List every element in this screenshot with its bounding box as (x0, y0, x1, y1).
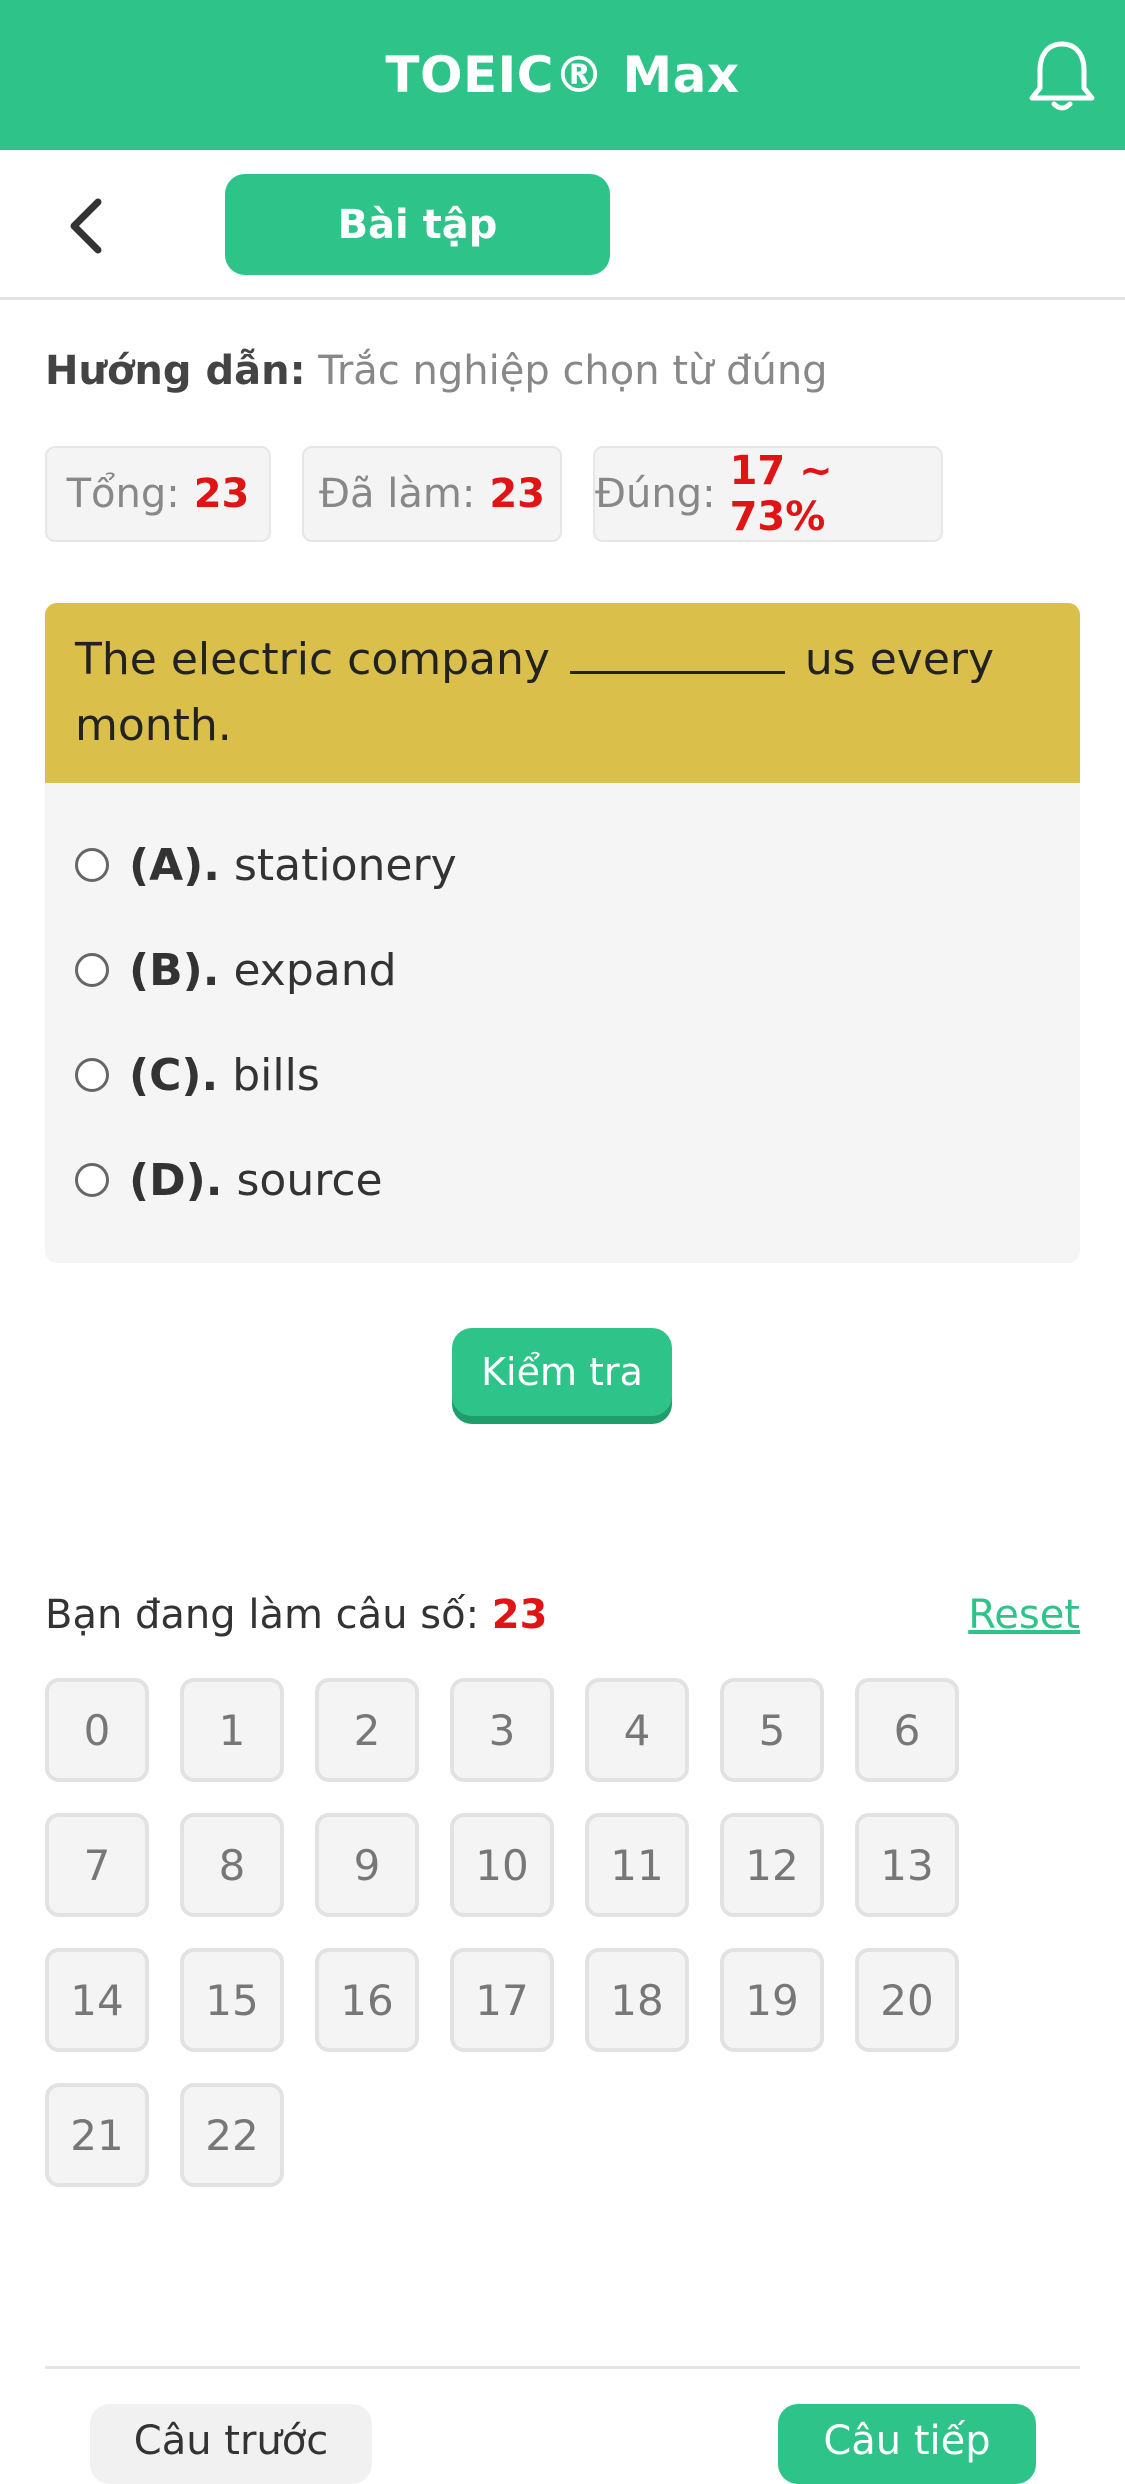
option-a-text: stationery (234, 839, 457, 891)
option-c[interactable]: (C). bills (75, 1040, 320, 1110)
stat-total-value: 23 (193, 471, 250, 517)
radio-c[interactable] (75, 1058, 109, 1092)
instruction-value: Trắc nghiệp chọn từ đúng (318, 348, 828, 394)
question-text: The electric company us every month. (45, 603, 1080, 783)
answer-blank (569, 631, 785, 674)
question-text-after: us every (804, 634, 995, 685)
question-number-button[interactable]: 10 (450, 1813, 554, 1917)
app-header: TOEIC® Max (0, 0, 1125, 150)
radio-a[interactable] (75, 848, 109, 882)
question-number-button[interactable]: 20 (855, 1948, 959, 2052)
app-title: TOEIC® Max (385, 46, 740, 104)
stat-done-label: Đã làm: (319, 471, 476, 517)
question-number-button[interactable]: 1 (180, 1678, 284, 1782)
question-card: The electric company us every month. (A)… (45, 603, 1080, 1263)
question-number-button[interactable]: 16 (315, 1948, 419, 2052)
current-question-label: Bạn đang làm câu số: (45, 1592, 480, 1638)
question-number-button[interactable]: 21 (45, 2083, 149, 2187)
check-button[interactable]: Kiểm tra (452, 1328, 672, 1416)
previous-question-button[interactable]: Câu trước (90, 2404, 372, 2484)
option-b-letter: (B). (129, 944, 220, 996)
question-number-button[interactable]: 15 (180, 1948, 284, 2052)
radio-d[interactable] (75, 1163, 109, 1197)
option-b[interactable]: (B). expand (75, 935, 397, 1005)
option-a[interactable]: (A). stationery (75, 830, 457, 900)
question-number-button[interactable]: 0 (45, 1678, 149, 1782)
option-c-letter: (C). (129, 1049, 219, 1101)
question-number-button[interactable]: 17 (450, 1948, 554, 2052)
stat-total: Tổng: 23 (45, 446, 271, 542)
question-number-button[interactable]: 18 (585, 1948, 689, 2052)
question-number-button[interactable]: 3 (450, 1678, 554, 1782)
sub-header: Bài tập (0, 150, 1125, 300)
option-c-text: bills (232, 1049, 320, 1101)
question-number-button[interactable]: 12 (720, 1813, 824, 1917)
stat-done-value: 23 (489, 471, 545, 517)
question-number-button[interactable]: 9 (315, 1813, 419, 1917)
question-number-button[interactable]: 11 (585, 1813, 689, 1917)
question-number-button[interactable]: 8 (180, 1813, 284, 1917)
option-d-text: source (236, 1154, 383, 1206)
chevron-left-icon[interactable] (62, 196, 112, 256)
stat-done: Đã làm: 23 (302, 446, 562, 542)
current-question-indicator: Bạn đang làm câu số: 23 (45, 1592, 547, 1638)
question-number-button[interactable]: 19 (720, 1948, 824, 2052)
bell-icon[interactable] (1027, 38, 1097, 114)
question-grid: 0 1 2 3 4 5 6 7 8 9 10 11 12 13 14 15 16 17 18 19 20 21 22 (45, 1678, 1045, 2198)
question-number-button[interactable]: 22 (180, 2083, 284, 2187)
question-text-line2: month. (75, 700, 232, 751)
question-number-button[interactable]: 7 (45, 1813, 149, 1917)
footer-divider (45, 2366, 1080, 2369)
question-number-button[interactable]: 2 (315, 1678, 419, 1782)
stat-correct-value: 17 ~ 73% (729, 448, 833, 540)
question-number-button[interactable]: 6 (855, 1678, 959, 1782)
question-number-button[interactable]: 5 (720, 1678, 824, 1782)
question-number-button[interactable]: 14 (45, 1948, 149, 2052)
option-d[interactable]: (D). source (75, 1145, 383, 1215)
question-number-button[interactable]: 4 (585, 1678, 689, 1782)
reset-link[interactable]: Reset (968, 1592, 1080, 1638)
stat-correct-label: Đúng: (595, 471, 716, 517)
current-question-number: 23 (491, 1592, 548, 1638)
stat-total-label: Tổng: (66, 471, 180, 517)
option-a-letter: (A). (129, 839, 220, 891)
option-b-text: expand (233, 944, 397, 996)
question-number-button[interactable]: 13 (855, 1813, 959, 1917)
instruction-label: Hướng dẫn: (45, 348, 306, 394)
radio-b[interactable] (75, 953, 109, 987)
instruction: Hướng dẫn: Trắc nghiệp chọn từ đúng (45, 348, 828, 394)
question-text-before: The electric company (75, 634, 550, 685)
stat-correct: Đúng: 17 ~ 73% (593, 446, 943, 542)
option-d-letter: (D). (129, 1154, 223, 1206)
tab-exercises[interactable]: Bài tập (225, 174, 610, 275)
next-question-button[interactable]: Câu tiếp (778, 2404, 1036, 2484)
